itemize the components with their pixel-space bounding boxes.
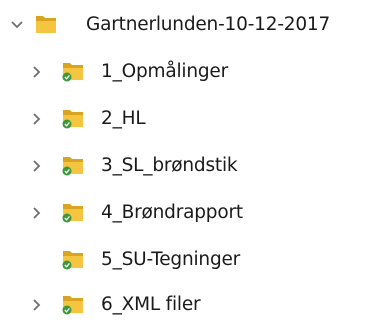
chevron-right-icon[interactable] <box>26 155 48 177</box>
folder-icon <box>61 107 85 129</box>
tree-item-child[interactable]: 3_SL_brøndstik <box>0 144 366 188</box>
folder-icon <box>34 13 58 35</box>
tree-item-root[interactable]: Gartnerlunden-10-12-2017 <box>0 3 366 47</box>
folder-icon <box>61 60 85 82</box>
chevron-right-icon[interactable] <box>26 294 48 316</box>
tree-item-label: 2_HL <box>101 108 146 129</box>
chevron-down-icon[interactable] <box>6 14 28 36</box>
tree-item-label: 1_Opmålinger <box>101 61 229 82</box>
folder-icon <box>61 248 85 270</box>
tree-item-label: 5_SU-Tegninger <box>101 249 241 270</box>
chevron-right-icon[interactable] <box>26 202 48 224</box>
folder-icon <box>61 293 85 315</box>
chevron-right-icon[interactable] <box>26 108 48 130</box>
tree-item-label: 3_SL_brøndstik <box>101 155 238 176</box>
tree-item-child[interactable]: 6_XML filer <box>0 283 366 327</box>
tree-item-child[interactable]: 1_Opmålinger <box>0 50 366 94</box>
tree-item-label: 4_Brøndrapport <box>101 202 243 223</box>
tree-item-label: 6_XML filer <box>101 294 201 315</box>
tree-item-child[interactable]: 2_HL <box>0 97 366 141</box>
folder-icon <box>61 201 85 223</box>
chevron-right-icon[interactable] <box>26 61 48 83</box>
tree-item-root-label: Gartnerlunden-10-12-2017 <box>86 14 331 35</box>
tree-item-child[interactable]: 5_SU-Tegninger <box>0 238 366 282</box>
tree-item-child[interactable]: 4_Brøndrapport <box>0 191 366 235</box>
folder-icon <box>61 154 85 176</box>
folder-tree: Gartnerlunden-10-12-2017 1_Opmålinger 2_… <box>0 0 366 327</box>
